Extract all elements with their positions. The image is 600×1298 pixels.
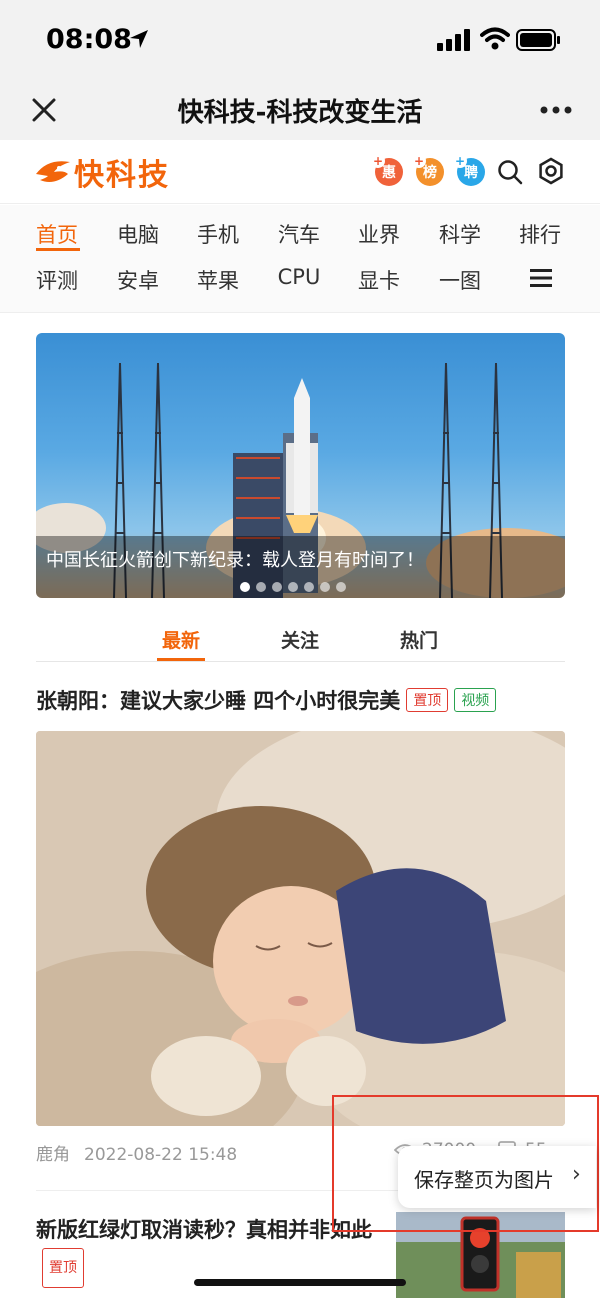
- banner-caption-bar: 中国长征火箭创下新纪录：载人登月有时间了！: [36, 536, 565, 598]
- tab-following[interactable]: 关注: [260, 626, 340, 653]
- article-title[interactable]: 张朝阳：建议大家少睡 四个小时很完美 置顶 视频: [36, 685, 497, 715]
- article-title-text: 张朝阳：建议大家少睡 四个小时很完美: [36, 689, 401, 713]
- article-cover-image[interactable]: [36, 731, 565, 1126]
- tab-infographic[interactable]: 一图: [428, 265, 492, 295]
- banner-caption: 中国长征火箭创下新纪录：载人登月有时间了！: [46, 550, 424, 571]
- carousel-dot[interactable]: [336, 582, 346, 592]
- page-title: 快科技-科技改变生活: [177, 98, 423, 128]
- logo-text: 快科技: [74, 158, 170, 193]
- article-meta: 鹿角 2022-08-22 15:48: [36, 1140, 237, 1165]
- plus-icon: +: [412, 154, 426, 168]
- status-time: 08:08: [46, 24, 132, 55]
- home-indicator[interactable]: [194, 1279, 406, 1286]
- carousel-dots: [240, 582, 346, 592]
- deals-badge-button[interactable]: + 惠: [371, 154, 403, 186]
- tab-hot[interactable]: 热门: [379, 626, 459, 653]
- feed-tabs: 最新 关注 热门: [36, 618, 565, 662]
- location-arrow-icon: [130, 30, 148, 48]
- sleeping-child-image: [36, 731, 565, 1126]
- close-icon[interactable]: [26, 92, 62, 128]
- save-page-label: 保存整页为图片: [414, 1168, 554, 1192]
- tab-science[interactable]: 科学: [428, 219, 492, 249]
- tab-auto[interactable]: 汽车: [267, 219, 331, 249]
- article-title[interactable]: 新版红绿灯取消读秒？真相并非如此置顶: [36, 1212, 376, 1288]
- site-header: 快科技 + 惠 + 榜 + 聘: [0, 140, 600, 204]
- browser-nav-bar: 快科技-科技改变生活: [0, 80, 600, 140]
- tab-industry[interactable]: 业界: [347, 219, 411, 249]
- tab-computer[interactable]: 电脑: [106, 219, 170, 249]
- carousel-dot[interactable]: [288, 582, 298, 592]
- article-author: 鹿角: [36, 1145, 70, 1165]
- article-title-text: 新版红绿灯取消读秒？真相并非如此: [36, 1218, 372, 1242]
- tab-latest[interactable]: 最新: [141, 626, 221, 653]
- plus-icon: +: [453, 154, 467, 168]
- tab-cpu[interactable]: CPU: [267, 265, 331, 289]
- carousel-dot[interactable]: [272, 582, 282, 592]
- more-options-icon[interactable]: [536, 100, 576, 120]
- video-tag: 视频: [454, 688, 497, 712]
- tab-phone[interactable]: 手机: [186, 219, 250, 249]
- save-page-as-image-button[interactable]: 保存整页为图片 ›: [398, 1146, 596, 1208]
- deals-badge-label: 惠: [382, 165, 396, 181]
- jobs-badge-label: 聘: [464, 165, 478, 181]
- pinned-tag: 置顶: [42, 1248, 84, 1288]
- hamburger-menu-icon[interactable]: [528, 267, 554, 289]
- site-logo[interactable]: 快科技: [34, 152, 170, 193]
- carousel-dot[interactable]: [304, 582, 314, 592]
- tab-reviews[interactable]: 评测: [25, 265, 89, 295]
- tab-android[interactable]: 安卓: [106, 265, 170, 295]
- carousel-dot[interactable]: [240, 582, 250, 592]
- carousel-dot[interactable]: [320, 582, 330, 592]
- tab-apple[interactable]: 苹果: [186, 265, 250, 295]
- jobs-badge-button[interactable]: + 聘: [453, 154, 485, 186]
- plus-icon: +: [371, 154, 385, 168]
- category-nav: 首页 电脑 手机 汽车 业界 科学 排行 评测 安卓 苹果 CPU 显卡 一图: [0, 205, 600, 313]
- article-date: 2022-08-22 15:48: [84, 1145, 238, 1165]
- feed-tab-underline: [157, 658, 205, 661]
- ranking-badge-button[interactable]: + 榜: [412, 154, 444, 186]
- tab-ranking[interactable]: 排行: [508, 219, 572, 249]
- tab-home[interactable]: 首页: [25, 219, 89, 249]
- search-icon[interactable]: [496, 158, 524, 186]
- battery-icon: [516, 29, 560, 51]
- logo-swoosh-icon: [36, 161, 70, 182]
- chevron-right-icon: ›: [572, 1162, 581, 1187]
- featured-banner[interactable]: 中国长征火箭创下新纪录：载人登月有时间了！: [36, 333, 565, 598]
- ranking-badge-label: 榜: [423, 165, 437, 181]
- carousel-dot[interactable]: [256, 582, 266, 592]
- wifi-icon: [480, 27, 510, 50]
- pinned-tag: 置顶: [406, 688, 449, 712]
- cellular-signal-icon: [437, 29, 470, 51]
- settings-hexagon-icon[interactable]: [536, 156, 566, 186]
- status-bar: 08:08: [0, 0, 600, 80]
- tab-gpu[interactable]: 显卡: [347, 265, 411, 295]
- active-tab-underline: [36, 248, 80, 251]
